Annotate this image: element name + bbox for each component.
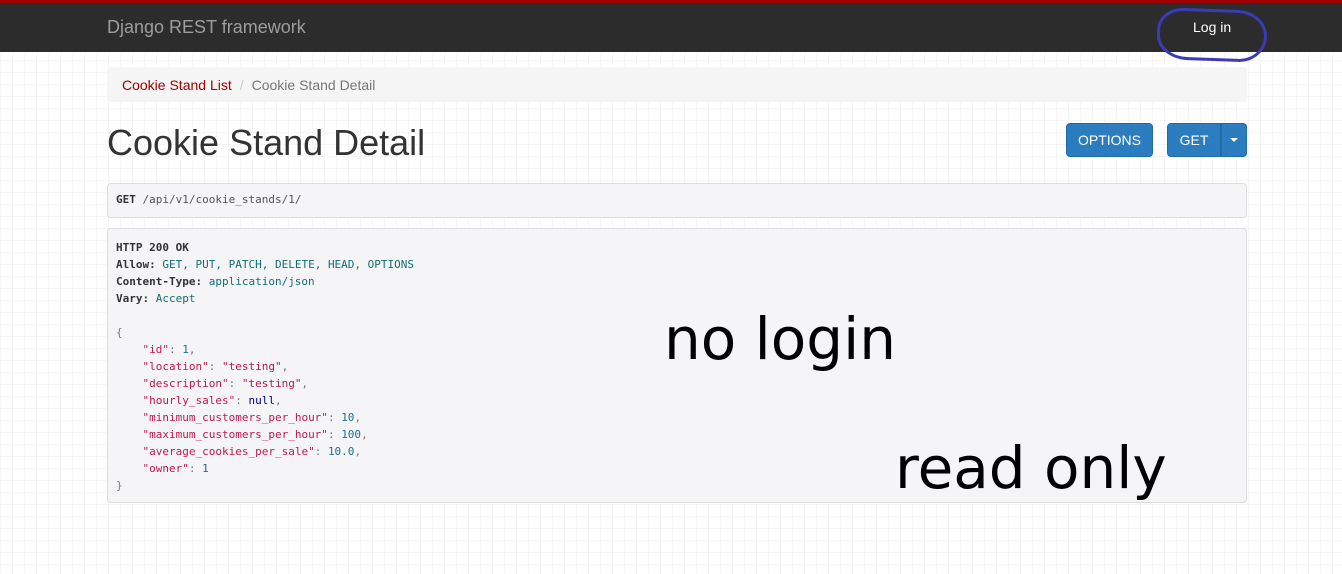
json-key: "minimum_customers_per_hour" <box>142 411 328 424</box>
json-key: "maximum_customers_per_hour" <box>142 428 328 441</box>
json-key: "location" <box>142 360 209 373</box>
json-value: "testing" <box>221 360 282 373</box>
request-method: GET <box>116 193 136 206</box>
json-key: "owner" <box>142 462 189 475</box>
json-value: 10.0 <box>327 445 355 458</box>
response-info: HTTP 200 OK Allow: GET, PUT, PATCH, DELE… <box>107 228 1247 503</box>
json-value: 1 <box>182 343 189 356</box>
page-title: Cookie Stand Detail <box>107 122 426 163</box>
json-value: 1 <box>202 462 209 475</box>
json-key: "hourly_sales" <box>142 394 236 407</box>
json-value: "testing" <box>241 377 302 390</box>
get-button-group: GET <box>1167 123 1247 157</box>
header-value: Accept <box>155 292 196 305</box>
header-name: Content-Type: <box>116 275 203 288</box>
json-value: 100 <box>341 428 362 441</box>
get-format-dropdown[interactable] <box>1221 123 1247 157</box>
breadcrumb: Cookie Stand List / Cookie Stand Detail <box>107 67 1247 102</box>
json-key: "description" <box>142 377 229 390</box>
brand-link[interactable]: Django REST framework <box>107 17 306 38</box>
get-button[interactable]: GET <box>1167 123 1221 157</box>
json-value: 10 <box>341 411 355 424</box>
breadcrumb-item-current: Cookie Stand Detail <box>251 77 376 93</box>
json-value: null <box>248 394 275 407</box>
response-status: HTTP 200 OK <box>116 241 189 254</box>
json-key: "average_cookies_per_sale" <box>142 445 315 458</box>
chevron-down-icon <box>1230 138 1238 142</box>
options-button[interactable]: OPTIONS <box>1066 123 1153 157</box>
login-link[interactable]: Log in <box>1193 19 1231 35</box>
header-name: Allow: <box>116 258 156 271</box>
request-path: /api/v1/cookie_stands/1/ <box>142 193 302 206</box>
breadcrumb-separator: / <box>239 77 244 93</box>
header-value: application/json <box>208 275 315 288</box>
breadcrumb-item-list[interactable]: Cookie Stand List <box>122 77 232 93</box>
header-value: GET, PUT, PATCH, DELETE, HEAD, OPTIONS <box>162 258 415 271</box>
top-navbar: Django REST framework Log in <box>0 0 1342 52</box>
json-key: "id" <box>142 343 170 356</box>
header-name: Vary: <box>116 292 150 305</box>
request-info: GET /api/v1/cookie_stands/1/ <box>107 183 1247 218</box>
